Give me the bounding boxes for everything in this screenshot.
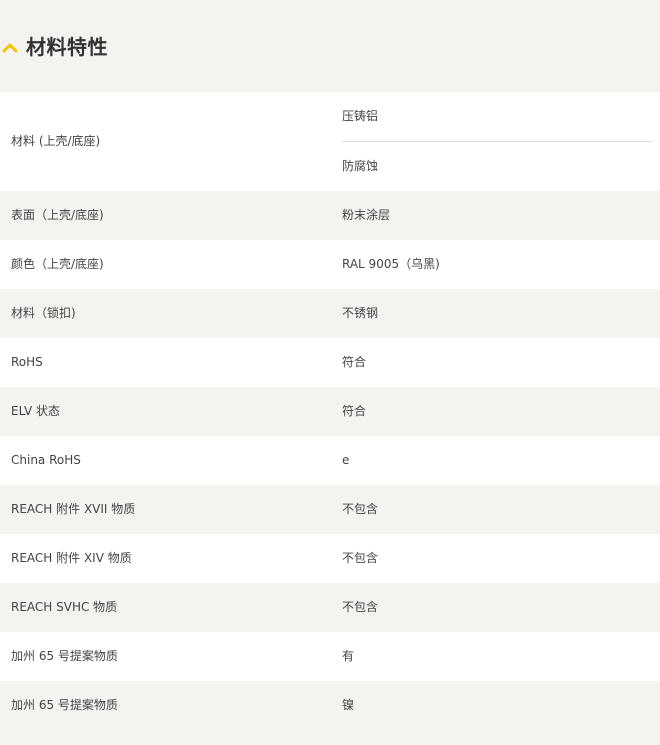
row-value: 有 (342, 649, 355, 663)
row-value: e (342, 453, 350, 467)
table-row: 颜色（上壳/底座) RAL 9005（乌黑) (0, 240, 660, 289)
row-value: 符合 (342, 355, 367, 369)
row-value: RAL 9005（乌黑) (342, 257, 440, 271)
row-label: REACH 附件 XVII 物质 (11, 502, 136, 516)
section-title: 材料特性 (26, 35, 108, 59)
table-row: 表面（上壳/底座) 粉末涂层 (0, 191, 660, 240)
row-value: 不包含 (342, 600, 379, 614)
table-row: 材料 (上壳/底座) 压铸铝 防腐蚀 (0, 92, 660, 191)
row-value: 不包含 (342, 551, 379, 565)
row-label: RoHS (11, 355, 43, 369)
table-row: REACH 附件 XIV 物质 不包含 (0, 534, 660, 583)
table-row: 加州 65 号提案物质 有 (0, 632, 660, 681)
row-label: 加州 65 号提案物质 (11, 649, 118, 663)
row-label: 加州 65 号提案物质 (11, 698, 118, 712)
table-row: REACH 附件 XVII 物质 不包含 (0, 485, 660, 534)
table-row: RoHS 符合 (0, 338, 660, 387)
row-value: 符合 (342, 404, 367, 418)
row-label: 表面（上壳/底座) (11, 208, 104, 222)
row-label: 材料（锁扣) (11, 306, 76, 320)
table-row: China RoHS e (0, 436, 660, 485)
table-row: ELV 状态 符合 (0, 387, 660, 436)
table-row: REACH SVHC 物质 不包含 (0, 583, 660, 632)
row-value: 粉末涂层 (342, 208, 391, 222)
row-value: 不包含 (342, 502, 379, 516)
row-value: 压铸铝 (342, 109, 379, 123)
row-label: China RoHS (11, 453, 81, 467)
chevron-up-icon[interactable] (2, 39, 18, 55)
row-value: 镍 (342, 698, 355, 712)
row-value: 防腐蚀 (342, 159, 379, 173)
row-label: ELV 状态 (11, 404, 60, 418)
row-label: REACH 附件 XIV 物质 (11, 551, 132, 565)
section-header[interactable]: 材料特性 (0, 0, 660, 92)
row-value-list: 压铸铝 防腐蚀 (342, 92, 652, 191)
row-label: REACH SVHC 物质 (11, 600, 118, 614)
row-label: 材料 (上壳/底座) (11, 134, 101, 148)
table-row: 加州 65 号提案物质 镍 (0, 681, 660, 730)
row-label: 颜色（上壳/底座) (11, 257, 104, 271)
table-row: 材料（锁扣) 不锈钢 (0, 289, 660, 338)
row-value: 不锈钢 (342, 306, 379, 320)
properties-table: 材料 (上壳/底座) 压铸铝 防腐蚀 表面（上壳/底座) 粉末涂层 颜色（上壳/… (0, 92, 660, 730)
